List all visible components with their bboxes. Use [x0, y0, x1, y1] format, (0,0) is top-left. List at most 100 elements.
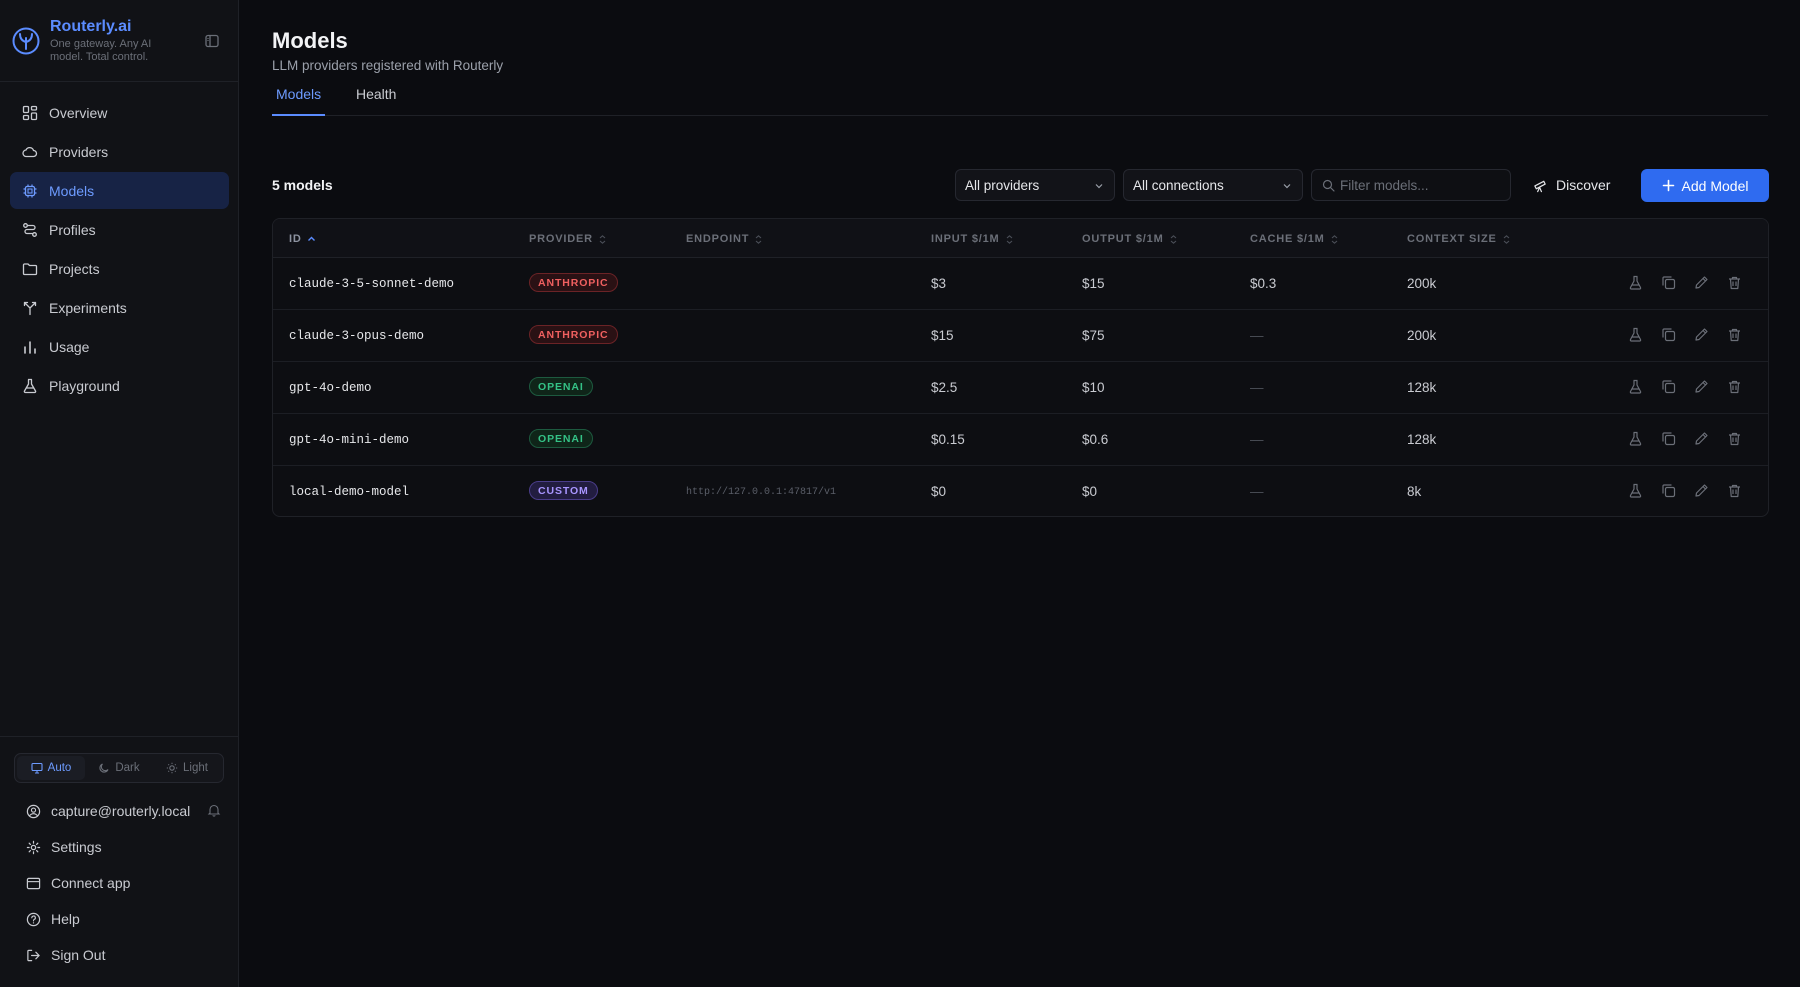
test-model-button[interactable] [1628, 379, 1643, 394]
provider-filter-value: All providers [965, 178, 1040, 193]
monitor-icon [31, 762, 43, 774]
table-row[interactable]: claude-3-opus-demo ANTHROPIC $15 $75 — 200k [273, 310, 1768, 362]
connection-filter-select[interactable]: All connections [1123, 169, 1303, 201]
sort-ascending-icon [307, 236, 315, 241]
row-actions [1628, 327, 1760, 342]
sidebar-item-usage[interactable]: Usage [10, 328, 229, 365]
duplicate-model-button[interactable] [1661, 431, 1676, 446]
help-link[interactable]: Help [26, 911, 80, 927]
flask-icon [1629, 275, 1642, 290]
sidebar-item-projects[interactable]: Projects [10, 250, 229, 287]
model-id-cell: local-demo-model [289, 485, 410, 499]
table-row[interactable]: claude-3-5-sonnet-demo ANTHROPIC $3 $15 $0.3… [273, 258, 1768, 310]
flask-icon [1629, 431, 1642, 446]
settings-link[interactable]: Settings [26, 839, 102, 855]
trash-icon [1729, 276, 1740, 290]
edit-model-button[interactable] [1694, 327, 1709, 342]
context-size-cell: 8k [1407, 484, 1422, 499]
delete-model-button[interactable] [1727, 431, 1742, 446]
column-header-output-price[interactable]: OUTPUT $/1M [1082, 233, 1178, 245]
tab-health[interactable]: Health [352, 84, 400, 116]
sidebar-collapse-icon[interactable] [204, 33, 220, 49]
sidebar-nav: Overview Providers Models Profiles Proje… [10, 94, 229, 406]
edit-model-button[interactable] [1694, 431, 1709, 446]
bell-icon[interactable] [207, 803, 221, 817]
sidebar-item-label: Providers [49, 143, 109, 160]
edit-model-button[interactable] [1694, 483, 1709, 498]
bar-chart-icon [22, 339, 38, 355]
cache-price-cell: — [1250, 380, 1264, 395]
discover-button[interactable]: Discover [1527, 169, 1616, 201]
edit-model-button[interactable] [1694, 379, 1709, 394]
cache-price-cell: — [1250, 484, 1264, 499]
duplicate-model-button[interactable] [1661, 379, 1676, 394]
cache-price-cell: — [1250, 328, 1264, 343]
user-account[interactable]: capture@routerly.local [26, 803, 190, 819]
test-model-button[interactable] [1628, 275, 1643, 290]
theme-auto-button[interactable]: Auto [17, 756, 85, 780]
model-id-cell: claude-3-opus-demo [289, 329, 425, 343]
window-icon [26, 877, 41, 889]
delete-model-button[interactable] [1727, 327, 1742, 342]
test-model-button[interactable] [1628, 483, 1643, 498]
provider-filter-select[interactable]: All providers [955, 169, 1115, 201]
table-row[interactable]: local-demo-model CUSTOM http://127.0.0.1:4… [273, 466, 1768, 516]
provider-badge: OPENAI [529, 429, 593, 448]
sidebar-item-label: Models [49, 182, 95, 199]
sidebar-item-experiments[interactable]: Experiments [10, 289, 229, 326]
theme-switch: Auto Dark Light [14, 753, 224, 783]
connect-app-link[interactable]: Connect app [26, 875, 130, 891]
table-header: ID PROVIDER ENDPOINT INPUT $/1M OUTPUT $… [273, 219, 1768, 258]
test-model-button[interactable] [1628, 431, 1643, 446]
theme-dark-label: Dark [115, 762, 140, 774]
duplicate-model-button[interactable] [1661, 327, 1676, 342]
theme-dark-button[interactable]: Dark [85, 756, 153, 780]
test-model-button[interactable] [1628, 327, 1643, 342]
trash-icon [1729, 432, 1740, 446]
theme-light-button[interactable]: Light [153, 756, 221, 780]
edit-icon [1695, 276, 1708, 289]
copy-icon [1662, 276, 1676, 290]
duplicate-model-button[interactable] [1661, 483, 1676, 498]
cloud-icon [22, 144, 38, 160]
flask-icon [1629, 483, 1642, 498]
column-header-id[interactable]: ID [289, 233, 316, 245]
column-header-provider[interactable]: PROVIDER [529, 233, 607, 245]
brand-name[interactable]: Routerly.ai [50, 18, 132, 36]
search-input[interactable] [1340, 170, 1508, 200]
tab-models[interactable]: Models [272, 84, 326, 116]
user-circle-icon [26, 804, 41, 818]
sidebar-item-label: Projects [49, 260, 100, 277]
edit-model-button[interactable] [1694, 275, 1709, 290]
telescope-icon [1534, 180, 1546, 192]
column-header-cache-price[interactable]: CACHE $/1M [1250, 233, 1339, 245]
copy-icon [1662, 380, 1676, 394]
tab-bar: Models Health [272, 84, 1768, 116]
delete-model-button[interactable] [1727, 275, 1742, 290]
table-row[interactable]: gpt-4o-mini-demo OPENAI $0.15 $0.6 — 128k [273, 414, 1768, 466]
sidebar-item-profiles[interactable]: Profiles [10, 211, 229, 248]
sidebar-item-models[interactable]: Models [10, 172, 229, 209]
input-price-cell: $2.5 [931, 380, 958, 395]
table-row[interactable]: gpt-4o-demo OPENAI $2.5 $10 — 128k [273, 362, 1768, 414]
add-model-button[interactable]: Add Model [1641, 169, 1769, 202]
delete-model-button[interactable] [1727, 379, 1742, 394]
delete-model-button[interactable] [1727, 483, 1742, 498]
folder-icon [22, 261, 38, 277]
sign-out-link[interactable]: Sign Out [26, 947, 105, 963]
sidebar-item-playground[interactable]: Playground [10, 367, 229, 404]
sort-icon [1006, 234, 1012, 244]
input-price-cell: $3 [931, 276, 947, 291]
sidebar-item-overview[interactable]: Overview [10, 94, 229, 131]
search-icon [1322, 179, 1335, 192]
sidebar-item-label: Usage [49, 338, 90, 355]
sidebar-item-providers[interactable]: Providers [10, 133, 229, 170]
main-content: Models LLM providers registered with Rou… [239, 0, 1800, 987]
column-header-input-price[interactable]: INPUT $/1M [931, 233, 1014, 245]
row-actions [1628, 431, 1760, 446]
column-header-context-size[interactable]: CONTEXT SIZE [1407, 233, 1511, 245]
output-price-cell: $75 [1082, 328, 1105, 343]
connection-filter-value: All connections [1133, 178, 1224, 193]
duplicate-model-button[interactable] [1661, 275, 1676, 290]
column-header-endpoint[interactable]: ENDPOINT [686, 233, 763, 245]
